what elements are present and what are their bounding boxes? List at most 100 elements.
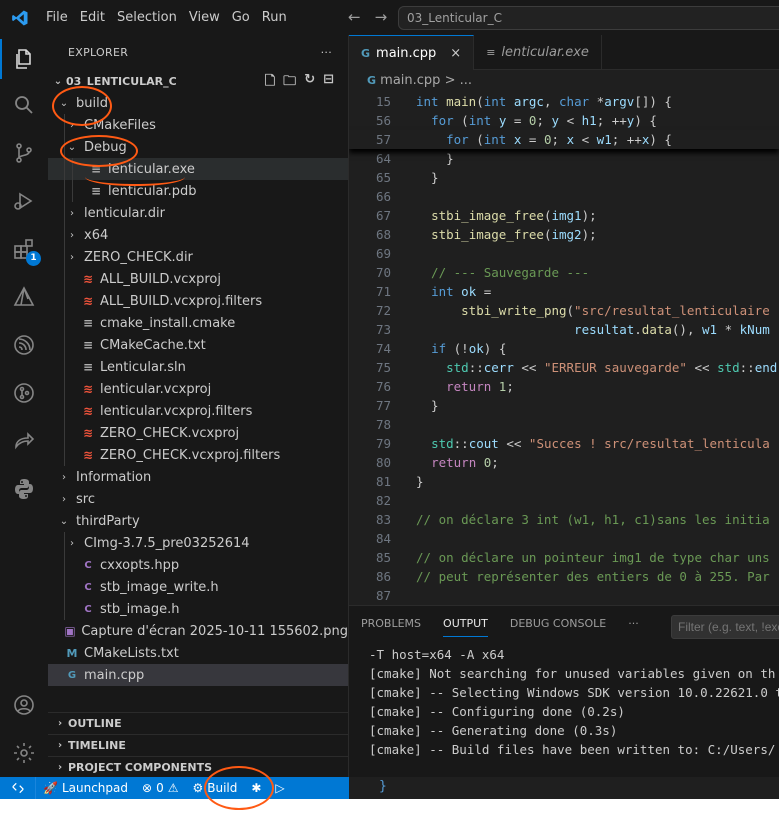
- tree-file[interactable]: ≋ ZERO_CHECK.vcxproj.filters: [48, 444, 348, 466]
- code-line: 85 // on déclare un pointeur img1 de type…: [349, 548, 779, 567]
- code-line: 78: [349, 415, 779, 434]
- tree-file[interactable]: ≋ ALL_BUILD.vcxproj.filters: [48, 290, 348, 312]
- new-folder-icon[interactable]: 🗀: [283, 72, 296, 94]
- extensions-icon[interactable]: 1: [0, 227, 48, 271]
- cmake-icon[interactable]: [0, 275, 48, 319]
- problems-indicator[interactable]: ⊗ 0 ⚠: [135, 777, 185, 799]
- tree-file[interactable]: Cstb_image.h: [48, 598, 348, 620]
- line-number: 74: [375, 341, 391, 356]
- tab-main-cpp[interactable]: G main.cpp ×: [349, 35, 475, 70]
- code-text: }: [416, 170, 439, 185]
- tab-problems[interactable]: PROBLEMS: [361, 617, 421, 630]
- c-header-icon: C: [84, 581, 92, 593]
- menu-view[interactable]: View: [183, 0, 226, 35]
- explorer-icon[interactable]: [0, 37, 48, 81]
- tree-folder[interactable]: › ZERO_CHECK.dir: [48, 246, 348, 268]
- tree-folder[interactable]: › Information: [48, 466, 348, 488]
- menu-selection[interactable]: Selection: [111, 0, 183, 35]
- line-number: 73: [375, 322, 391, 337]
- tree-file[interactable]: ≡ CMakeCache.txt: [48, 334, 348, 356]
- close-icon[interactable]: ×: [450, 46, 461, 61]
- tree-folder[interactable]: › src: [48, 488, 348, 510]
- account-icon[interactable]: [0, 683, 48, 727]
- tree-file[interactable]: Ccxxopts.hpp: [48, 554, 348, 576]
- tree-file[interactable]: ≋ lenticular.vcxproj.filters: [48, 400, 348, 422]
- tree-file[interactable]: ≡ lenticular.pdb: [48, 180, 348, 202]
- nav-arrows: ← →: [348, 8, 387, 26]
- tree-file[interactable]: ▣ Capture d'écran 2025-10-11 155602.png: [48, 620, 348, 642]
- timeline-section[interactable]: › TIMELINE: [48, 734, 348, 756]
- collapse-all-icon[interactable]: ⊟: [323, 72, 334, 94]
- forward-arrow-icon[interactable]: →: [375, 8, 388, 26]
- remote-explorer-icon[interactable]: [0, 323, 48, 367]
- menu-run[interactable]: Run: [256, 0, 293, 35]
- line-number: 85: [375, 550, 391, 565]
- tree-file[interactable]: Cstb_image_write.h: [48, 576, 348, 598]
- tab-debug-console[interactable]: DEBUG CONSOLE: [510, 617, 606, 630]
- settings-gear-icon[interactable]: [0, 731, 48, 775]
- line-number: 69: [375, 246, 391, 261]
- indent-guide: [64, 598, 65, 620]
- lines-file-icon: ≡: [486, 46, 496, 59]
- indent-guide: [64, 400, 65, 422]
- refresh-icon[interactable]: ↻: [304, 72, 315, 94]
- tree-file[interactable]: ≋ ALL_BUILD.vcxproj: [48, 268, 348, 290]
- tree-file[interactable]: ≋ ZERO_CHECK.vcxproj: [48, 422, 348, 444]
- file-lines-icon: ≡: [82, 338, 94, 352]
- code-text: for (int x = 0; x < w1; ++x) {: [446, 132, 672, 147]
- launchpad-button[interactable]: 🚀 Launchpad: [36, 777, 135, 799]
- indent-guide: [64, 378, 65, 400]
- python-icon[interactable]: [0, 467, 48, 511]
- line-number: 87: [375, 588, 391, 603]
- tree-folder[interactable]: › x64: [48, 224, 348, 246]
- code-line: 79 std::cout << "Succes ! src/resultat_l…: [349, 434, 779, 453]
- tree-item-label: ALL_BUILD.vcxproj.filters: [100, 293, 263, 309]
- back-arrow-icon[interactable]: ←: [348, 8, 361, 26]
- tree-file[interactable]: M CMakeLists.txt: [48, 642, 348, 664]
- code-editor[interactable]: 15 int main(int argc, char *argv[]) {56 f…: [349, 92, 779, 610]
- new-file-icon[interactable]: 🗋: [265, 72, 275, 94]
- xml-file-icon: ≋: [82, 382, 94, 396]
- code-line: 71 int ok =: [349, 282, 779, 301]
- live-share-icon[interactable]: [0, 419, 48, 463]
- output-filter-input[interactable]: [671, 615, 779, 639]
- tree-file[interactable]: Gmain.cpp: [48, 664, 348, 686]
- root-actions: 🗋 🗀 ↻ ⊟: [265, 72, 334, 94]
- tree-folder[interactable]: › lenticular.dir: [48, 202, 348, 224]
- search-icon[interactable]: [0, 83, 48, 127]
- code-line: 57 for (int x = 0; x < w1; ++x) {: [349, 130, 779, 149]
- explorer-more-button[interactable]: ···: [321, 46, 332, 59]
- remote-indicator[interactable]: [0, 777, 36, 799]
- git-graph-icon[interactable]: [0, 371, 48, 415]
- tree-file[interactable]: ≡ Lenticular.sln: [48, 356, 348, 378]
- command-center-search[interactable]: 03_Lenticular_C: [398, 6, 779, 30]
- project-components-section[interactable]: › PROJECT COMPONENTS: [48, 756, 348, 778]
- outline-label: OUTLINE: [68, 717, 122, 730]
- menu-edit[interactable]: Edit: [74, 0, 111, 35]
- c-header-icon: C: [84, 603, 92, 615]
- tree-item-label: Information: [76, 469, 152, 485]
- tab-output[interactable]: OUTPUT: [443, 617, 488, 637]
- tree-folder[interactable]: › CImg-3.7.5_pre03252614: [48, 532, 348, 554]
- menu-go[interactable]: Go: [226, 0, 256, 35]
- tree-item-label: lenticular.dir: [84, 205, 166, 221]
- code-text: // on déclare un pointeur img1 de type c…: [416, 550, 770, 565]
- tree-file[interactable]: ≡ cmake_install.cmake: [48, 312, 348, 334]
- source-control-icon[interactable]: [0, 131, 48, 175]
- tree-folder[interactable]: ⌄ thirdParty: [48, 510, 348, 532]
- code-line: 84: [349, 529, 779, 548]
- code-text: for (int y = 0; y < h1; ++y) {: [431, 113, 657, 128]
- indent-guide: [64, 334, 65, 356]
- breadcrumb[interactable]: G main.cpp > ...: [349, 70, 779, 92]
- code-line: 74 if (!ok) {: [349, 339, 779, 358]
- outline-section[interactable]: › OUTLINE: [48, 712, 348, 734]
- cpp-file-icon: G: [367, 74, 377, 87]
- menu-file[interactable]: File: [40, 0, 74, 35]
- panel-more-button[interactable]: ···: [628, 617, 639, 630]
- tree-item-label: lenticular.vcxproj: [100, 381, 212, 397]
- tree-file[interactable]: ≋ lenticular.vcxproj: [48, 378, 348, 400]
- tab-lenticular-exe[interactable]: ≡ lenticular.exe: [474, 35, 602, 70]
- run-debug-icon[interactable]: [0, 179, 48, 223]
- indent-guide: [64, 268, 65, 290]
- breadcrumb-text: main.cpp > ...: [380, 73, 472, 88]
